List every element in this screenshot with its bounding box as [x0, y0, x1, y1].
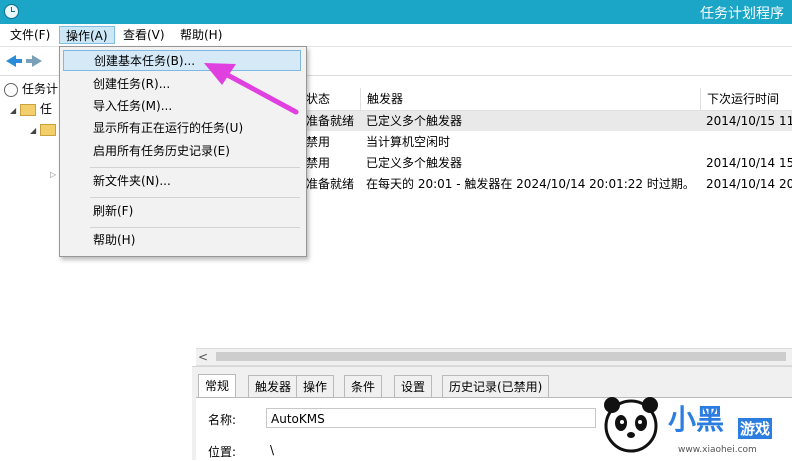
- clock-icon: [4, 82, 18, 97]
- cell-next-run: 2014/10/14 20: [706, 177, 792, 191]
- clock-icon: [4, 4, 19, 19]
- menu-help[interactable]: 帮助(H): [174, 26, 228, 44]
- menu-bar: 文件(F) 操作(A) 查看(V) 帮助(H): [0, 24, 792, 47]
- tab-history[interactable]: 历史记录(已禁用): [442, 375, 550, 397]
- horizontal-scrollbar[interactable]: <: [196, 348, 792, 366]
- location-value: \: [266, 440, 596, 460]
- menu-item-create-basic-task[interactable]: 创建基本任务(B)...: [63, 50, 301, 71]
- menu-separator: [90, 197, 300, 198]
- menu-item-show-running[interactable]: 显示所有正在运行的任务(U): [63, 118, 301, 139]
- menu-item-help[interactable]: 帮助(H): [63, 230, 301, 251]
- tab-settings[interactable]: 设置: [394, 375, 433, 397]
- watermark-text: 小黑: [668, 403, 725, 436]
- scroll-thumb[interactable]: [216, 352, 786, 361]
- title-bar: 任务计划程序: [0, 0, 792, 24]
- column-status[interactable]: 状态: [300, 88, 366, 110]
- menu-item-enable-history[interactable]: 启用所有任务历史记录(E): [63, 141, 301, 162]
- expand-icon[interactable]: ◢: [30, 122, 40, 140]
- menu-view[interactable]: 查看(V): [117, 26, 171, 44]
- watermark-url: www.xiaohei.com: [678, 445, 757, 455]
- grid-header: 状态 触发器 下次运行时间: [300, 88, 792, 111]
- cell-status: 准备就绪: [306, 114, 355, 128]
- location-label: 位置:: [208, 445, 237, 459]
- cell-status: 准备就绪: [306, 177, 355, 191]
- table-row[interactable]: 禁用 已定义多个触发器 2014/10/14 15: [300, 153, 792, 173]
- tree-item-root[interactable]: 任务计: [4, 80, 58, 98]
- cell-trigger: 当计算机空闲时: [366, 135, 451, 149]
- panda-logo-icon: [604, 397, 658, 453]
- back-arrow-icon[interactable]: [4, 50, 24, 70]
- expand-icon[interactable]: ◢: [10, 102, 20, 120]
- tab-triggers[interactable]: 触发器: [248, 375, 299, 397]
- name-field[interactable]: AutoKMS: [266, 408, 596, 428]
- folder-icon: [20, 103, 36, 116]
- name-label: 名称:: [208, 413, 237, 427]
- action-menu-dropdown: 创建基本任务(B)... 创建任务(R)... 导入任务(M)... 显示所有正…: [59, 46, 307, 257]
- tab-conditions[interactable]: 条件: [344, 375, 383, 397]
- tree-item-library[interactable]: ◢ 任: [10, 100, 52, 118]
- column-next-run[interactable]: 下次运行时间: [700, 88, 792, 110]
- menu-item-import-task[interactable]: 导入任务(M)...: [63, 96, 301, 117]
- cell-trigger: 已定义多个触发器: [366, 156, 463, 170]
- menu-action[interactable]: 操作(A): [59, 26, 115, 44]
- table-row[interactable]: 准备就绪 在每天的 20:01 - 触发器在 2024/10/14 20:01:…: [300, 174, 792, 194]
- menu-item-create-task[interactable]: 创建任务(R)...: [63, 74, 301, 95]
- cell-status: 禁用: [306, 156, 331, 170]
- column-trigger[interactable]: 触发器: [360, 88, 707, 110]
- cell-next-run: 2014/10/15 11: [706, 114, 792, 128]
- cell-status: 禁用: [306, 135, 331, 149]
- tree-item-label: 任: [40, 102, 53, 116]
- watermark-subtext: 游戏: [738, 418, 773, 439]
- scroll-left-icon[interactable]: <: [198, 350, 208, 364]
- tree-item-label: 任务计: [22, 82, 59, 96]
- folder-icon: [40, 123, 56, 136]
- menu-separator: [90, 167, 300, 168]
- cell-trigger: 在每天的 20:01 - 触发器在 2024/10/14 20:01:22 时过…: [366, 177, 695, 191]
- tab-general[interactable]: 常规: [198, 374, 237, 398]
- window-title: 任务计划程序: [700, 6, 784, 22]
- table-row[interactable]: 禁用 当计算机空闲时: [300, 132, 792, 152]
- tree-item-subfolder[interactable]: ◢: [30, 120, 60, 138]
- menu-file[interactable]: 文件(F): [4, 26, 56, 44]
- forward-arrow-icon[interactable]: [26, 50, 46, 70]
- tab-actions[interactable]: 操作: [296, 375, 335, 397]
- menu-item-refresh[interactable]: 刷新(F): [63, 201, 301, 222]
- table-row[interactable]: 准备就绪 已定义多个触发器 2014/10/15 11: [300, 111, 792, 131]
- cell-trigger: 已定义多个触发器: [366, 114, 463, 128]
- cell-next-run: 2014/10/14 15: [706, 156, 792, 170]
- menu-item-new-folder[interactable]: 新文件夹(N)...: [63, 171, 301, 192]
- menu-separator: [90, 227, 300, 228]
